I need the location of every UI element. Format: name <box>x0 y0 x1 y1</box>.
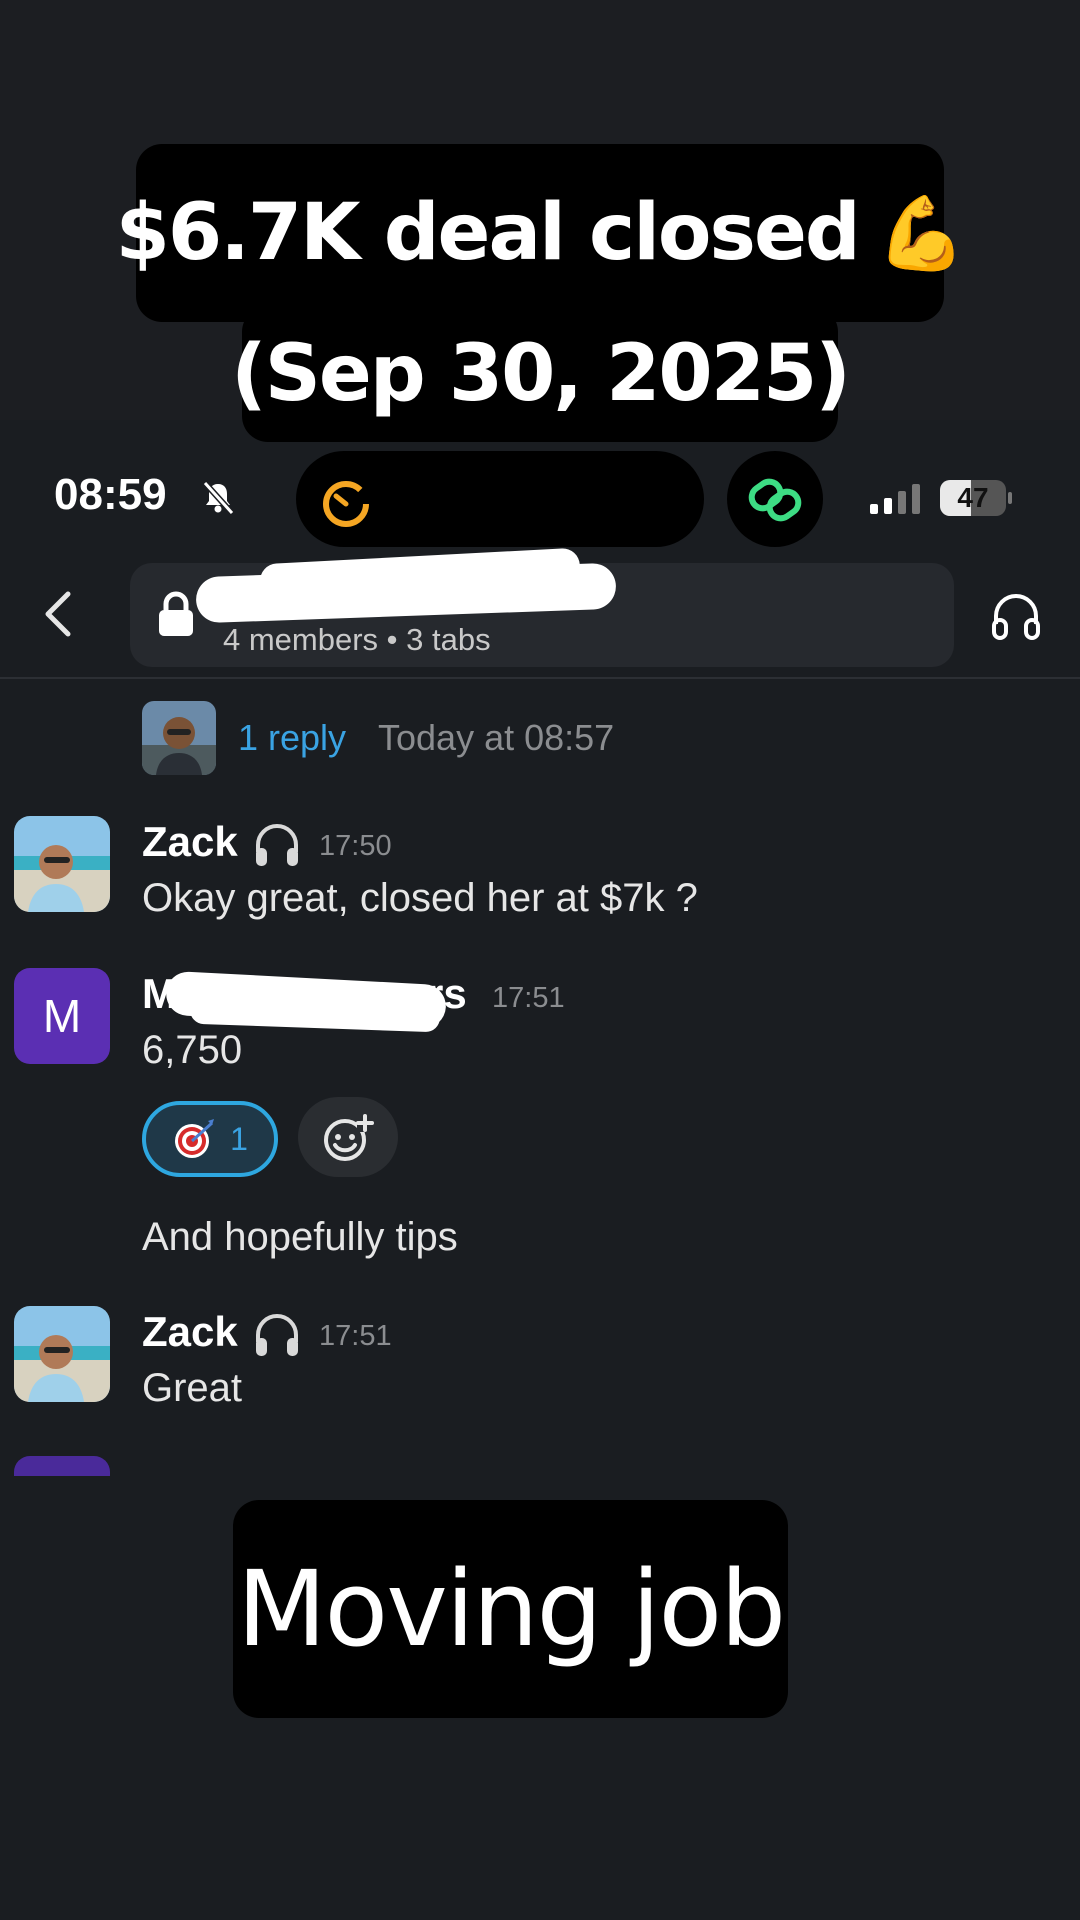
message-text-followup: And hopefully tips <box>142 1215 458 1259</box>
cellular-signal-icon <box>870 484 920 514</box>
thread-reply-time: Today at 08:57 <box>378 717 615 758</box>
avatar-letter: M <box>42 990 82 1042</box>
caption-moving-job: Moving job <box>233 1500 788 1718</box>
channel-meta: 4 members • 3 tabs <box>223 622 491 657</box>
caption-line2: (Sep 30, 2025) <box>231 329 851 419</box>
add-emoji-icon <box>324 1114 374 1161</box>
headphones-status-icon <box>256 824 298 866</box>
caption-date: (Sep 30, 2025) <box>231 306 851 442</box>
message-text: Great <box>142 1366 243 1410</box>
battery-percent: 47 <box>957 482 989 513</box>
caption-bottom: Moving job <box>236 1548 786 1670</box>
message-time: 17:51 <box>319 1320 392 1352</box>
timer-icon <box>323 481 369 527</box>
battery-indicator: 47 <box>940 480 1012 516</box>
bell-muted-icon <box>202 480 235 516</box>
header-divider <box>0 677 1080 679</box>
headphones-icon[interactable] <box>990 590 1042 642</box>
message-time: 17:51 <box>492 982 565 1014</box>
battery-tip <box>1008 492 1012 504</box>
message-text: Okay great, closed her at $7k ? <box>142 876 698 920</box>
direct-hit-icon <box>175 1119 215 1158</box>
battery-body: 47 <box>940 480 1006 516</box>
add-reaction-button[interactable] <box>298 1097 398 1177</box>
sender-name[interactable]: Zack <box>142 818 238 866</box>
headphones-status-icon <box>256 1314 298 1356</box>
back-chevron-icon[interactable] <box>38 588 78 640</box>
avatar-m[interactable]: M <box>14 968 110 1064</box>
avatar-zack[interactable] <box>14 1306 110 1402</box>
thread-reply-link[interactable]: 1 reply <box>238 717 346 759</box>
reaction-pill[interactable]: 1 <box>142 1101 278 1177</box>
caption-line1: $6.7K deal closed <box>115 188 861 278</box>
avatar-partial <box>14 1456 110 1476</box>
avatar-photo <box>14 816 110 912</box>
avatar[interactable] <box>142 701 216 775</box>
avatar-photo <box>14 1306 110 1402</box>
message-text: 6,750 <box>142 1028 243 1072</box>
caption-deal-closed: $6.7K deal closed 💪 <box>116 144 966 322</box>
link-icon <box>748 478 802 522</box>
flexed-biceps-icon: 💪 <box>876 190 967 275</box>
avatar-zack[interactable] <box>14 816 110 912</box>
status-time: 08:59 <box>54 470 167 519</box>
reaction-count: 1 <box>230 1120 248 1157</box>
lock-icon <box>159 591 193 636</box>
message-time: 17:50 <box>319 830 392 862</box>
avatar-photo <box>142 701 216 775</box>
sender-name[interactable]: Zack <box>142 1308 238 1356</box>
